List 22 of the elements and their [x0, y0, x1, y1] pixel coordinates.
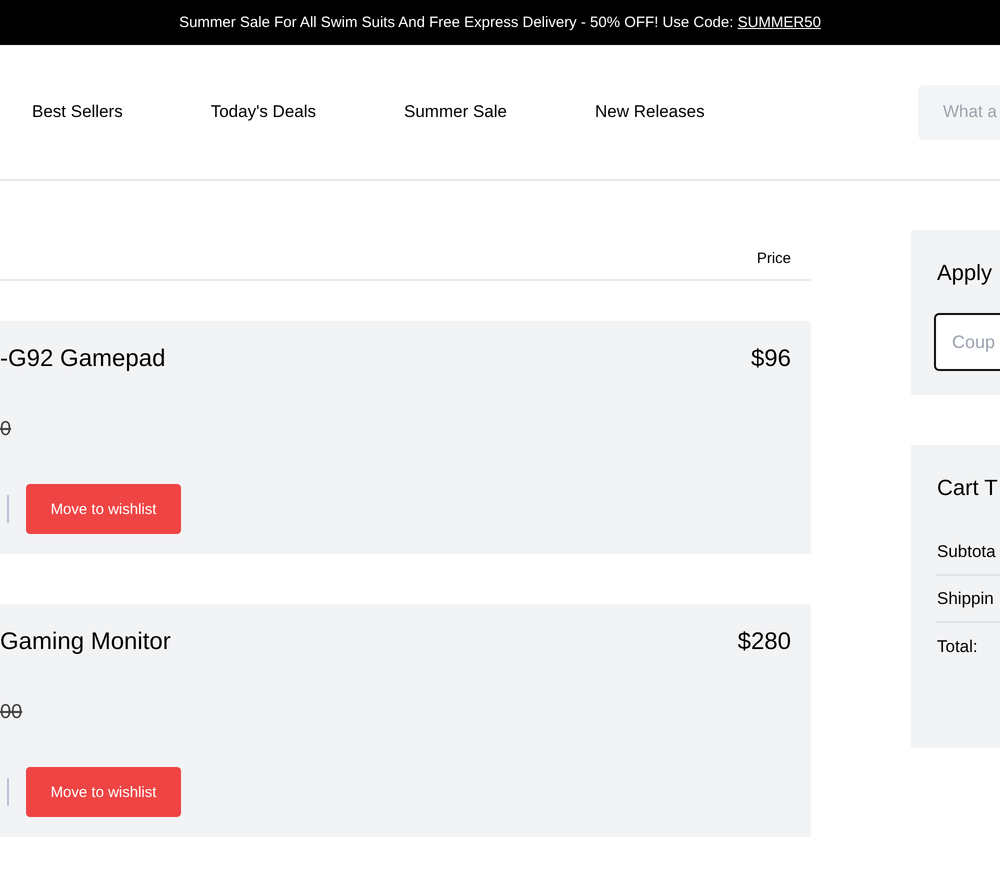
nav-link[interactable]: Best Sellers: [32, 102, 123, 122]
product-price: $280: [738, 628, 791, 656]
original-price: 00: [0, 700, 22, 725]
product-price: $96: [750, 345, 791, 373]
nav-link[interactable]: Today's Deals: [210, 102, 316, 122]
coupon-input-field[interactable]: Coup: [934, 313, 1000, 371]
price-column-header: Price: [756, 250, 791, 267]
nav-link[interactable]: Summer Sale: [404, 102, 507, 122]
nav-link[interactable]: New Releases: [594, 102, 705, 122]
promo-banner-text: Summer Sale For All Swim Suits And Free Express Delivery - 50% OFF! Use Code: SUMMER50: [179, 14, 821, 31]
product-name: -G92 Gamepad: [0, 345, 166, 373]
original-price: 0: [0, 417, 12, 442]
totals-label: Subtota: [937, 542, 996, 562]
product-name: Gaming Monitor: [0, 628, 171, 656]
cart-totals-title: Cart T: [937, 474, 999, 502]
move-to-wishlist-button[interactable]: Move to wishlist: [26, 484, 181, 534]
totals-label: Shippin: [937, 588, 994, 608]
totals-label: Total:: [937, 636, 978, 656]
move-to-wishlist-button[interactable]: Move to wishlist: [26, 767, 181, 817]
coupon-title: Apply: [937, 259, 994, 287]
promo-code-link[interactable]: SUMMER50: [738, 14, 821, 31]
search-field[interactable]: What a: [918, 84, 1000, 140]
